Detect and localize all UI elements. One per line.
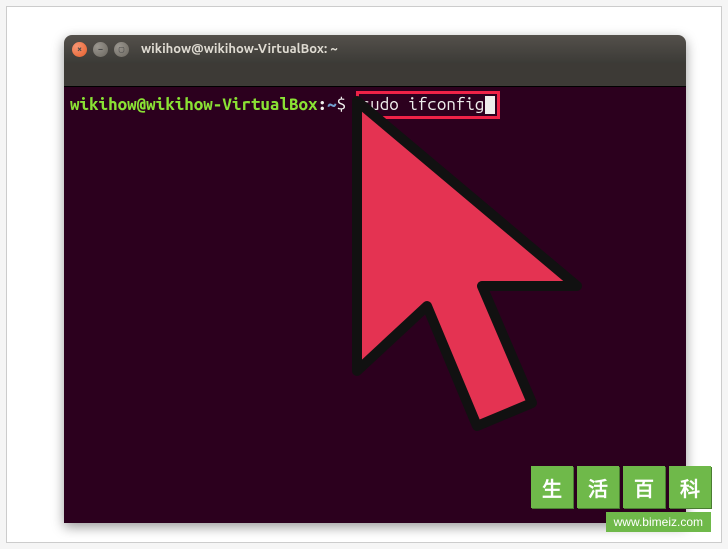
prompt-colon: : (318, 95, 328, 114)
watermark-url: www.bimeiz.com (606, 512, 711, 532)
command-text: sudo ifconfig (361, 95, 485, 114)
watermark-logo: 生 活 百 科 (531, 466, 711, 508)
minimize-button[interactable]: − (93, 42, 108, 57)
prompt-symbol: $ (337, 95, 347, 114)
screenshot-frame: × − ▢ wikihow@wikihow-VirtualBox: ~ wiki… (6, 6, 722, 543)
terminal-body[interactable]: wikihow@wikihow-VirtualBox:~$ sudo ifcon… (64, 87, 686, 523)
window-title: wikihow@wikihow-VirtualBox: ~ (141, 42, 338, 56)
watermark: 生 活 百 科 www.bimeiz.com (531, 466, 711, 532)
watermark-char: 科 (669, 466, 711, 508)
prompt-user-host: wikihow@wikihow-VirtualBox (70, 95, 318, 114)
maximize-button[interactable]: ▢ (114, 42, 129, 57)
menu-bar[interactable] (64, 63, 686, 87)
watermark-char: 百 (623, 466, 665, 508)
title-bar[interactable]: × − ▢ wikihow@wikihow-VirtualBox: ~ (64, 35, 686, 63)
terminal-window: × − ▢ wikihow@wikihow-VirtualBox: ~ wiki… (64, 35, 686, 523)
close-button[interactable]: × (72, 42, 87, 57)
command-highlight: sudo ifconfig (356, 91, 501, 119)
prompt-path: ~ (327, 95, 337, 114)
watermark-char: 活 (577, 466, 619, 508)
watermark-char: 生 (531, 466, 573, 508)
text-cursor (485, 96, 495, 114)
